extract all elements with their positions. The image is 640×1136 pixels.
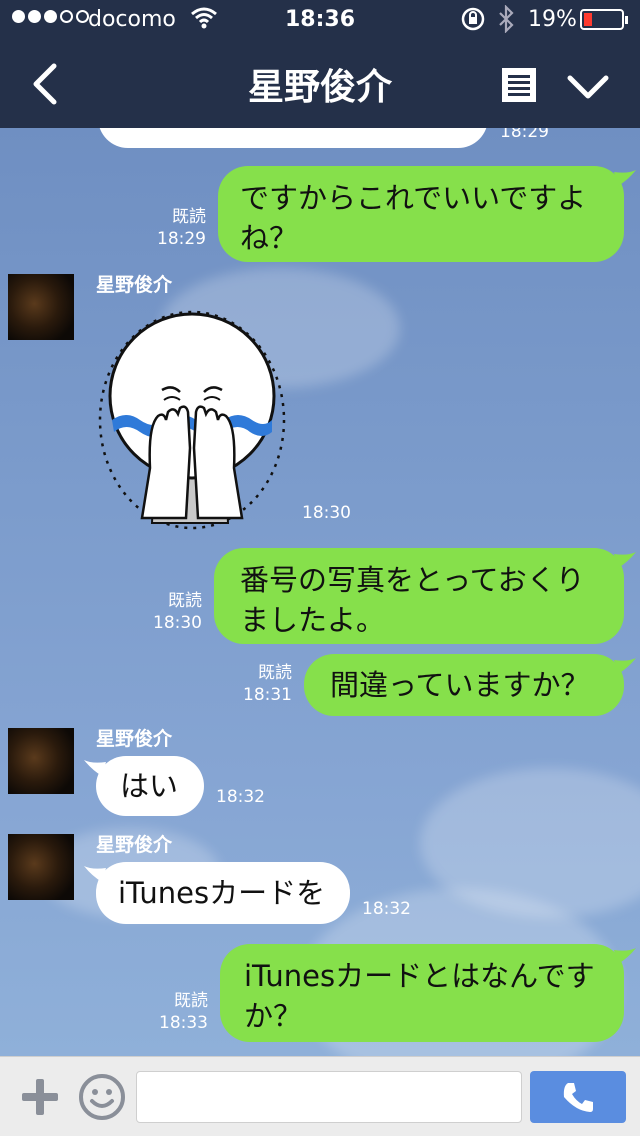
chat-area[interactable]: 18:29 ですからこれでいいですよ ね？ 既読 18:29 星野俊介 18:3… <box>0 128 640 1056</box>
message-time: 18:32 <box>362 899 411 919</box>
message-bubble-outgoing[interactable]: ですからこれでいいですよ ね？ <box>218 166 624 262</box>
message-time: 18:29 <box>500 128 549 142</box>
avatar[interactable] <box>8 834 74 900</box>
message-line: はい <box>120 769 179 803</box>
bubble-tail <box>614 948 636 964</box>
message-time: 18:30 <box>302 503 351 523</box>
message-line: 番号の写真をとっておくり <box>240 563 585 597</box>
bubble-tail <box>614 552 636 568</box>
message-meta: 既読 18:31 <box>226 662 292 706</box>
message-time: 18:32 <box>216 787 265 807</box>
message-bubble-outgoing[interactable]: iTunesカードとはなんです か？ <box>220 944 624 1042</box>
avatar[interactable] <box>8 728 74 794</box>
crying-face-sticker[interactable] <box>92 308 292 533</box>
sender-name: 星野俊介 <box>96 834 173 856</box>
message-bubble-outgoing[interactable]: 番号の写真をとっておくり ましたよ。 <box>214 548 624 644</box>
message-line: iTunesカードとはなんです <box>244 959 595 993</box>
message-meta: 既読 18:30 <box>136 590 202 634</box>
bluetooth-icon <box>499 5 514 33</box>
message-time: 18:33 <box>159 1013 208 1033</box>
message-line: ね？ <box>240 221 299 255</box>
sender-name: 星野俊介 <box>96 728 173 750</box>
message-line: 間違っていますか？ <box>330 668 590 702</box>
battery-percent: 19% <box>528 7 577 32</box>
read-receipt: 既読 <box>258 663 292 683</box>
avatar[interactable] <box>8 274 74 340</box>
top-bar: docomo 18:36 19% 星野俊介 <box>0 0 640 128</box>
message-bubble-outgoing[interactable]: 間違っていますか？ <box>304 654 624 716</box>
message-line: ましたよ。 <box>240 603 386 637</box>
message-line: ですからこれでいいですよ <box>240 181 587 215</box>
read-receipt: 既読 <box>172 207 206 227</box>
message-input[interactable] <box>136 1071 522 1123</box>
message-bubble-incoming[interactable]: はい <box>96 756 204 816</box>
sender-name: 星野俊介 <box>96 274 173 296</box>
battery-icon <box>580 9 628 30</box>
message-meta: 既読 18:33 <box>142 990 208 1034</box>
bubble-tail <box>84 760 106 776</box>
call-button[interactable] <box>530 1071 626 1123</box>
message-bubble-incoming[interactable]: iTunesカードを <box>96 862 350 924</box>
bubble-tail <box>614 170 636 186</box>
message-time: 18:31 <box>243 685 292 705</box>
message-line: か？ <box>244 999 303 1033</box>
message-meta: 既読 18:29 <box>140 206 206 250</box>
phone-icon <box>563 1083 593 1112</box>
bubble-tail <box>84 866 106 882</box>
chevron-down-icon[interactable] <box>566 72 610 102</box>
status-bar: docomo 18:36 19% <box>0 0 640 40</box>
read-receipt: 既読 <box>174 991 208 1011</box>
bubble-tail <box>614 658 636 674</box>
chat-title: 星野俊介 <box>247 67 392 108</box>
message-time: 18:29 <box>157 229 206 249</box>
message-time: 18:30 <box>153 613 202 633</box>
message-line: iTunesカードを <box>118 876 326 910</box>
plus-icon[interactable] <box>20 1077 60 1117</box>
input-bar <box>0 1056 640 1136</box>
emoji-icon[interactable] <box>78 1073 126 1121</box>
message-bubble-incoming[interactable] <box>98 128 488 148</box>
notes-icon[interactable] <box>500 66 538 104</box>
read-receipt: 既読 <box>168 591 202 611</box>
rotation-lock-icon <box>461 7 485 31</box>
